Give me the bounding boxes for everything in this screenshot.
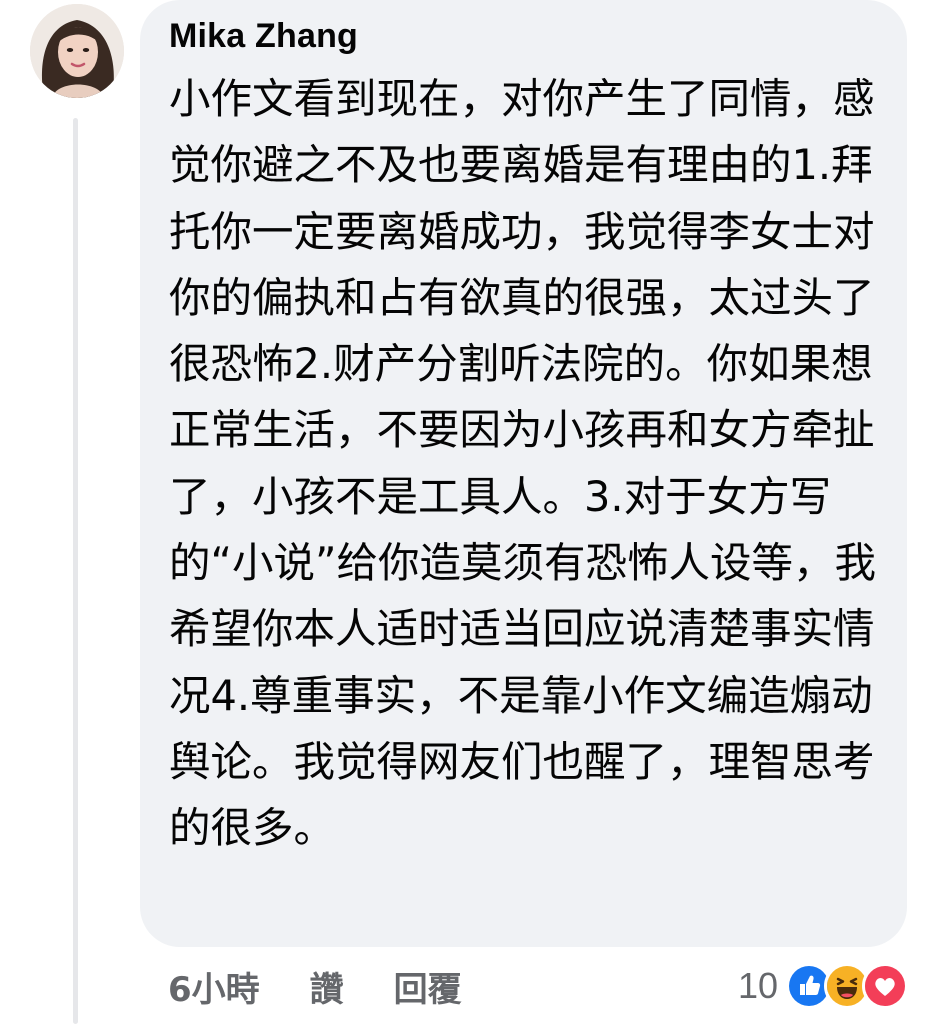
comment-bubble: Mika Zhang 小作文看到现在，对你产生了同情，感觉你避之不及也要离婚是有…: [140, 0, 907, 947]
reactions-summary[interactable]: 10: [738, 960, 908, 1012]
reaction-count: 10: [737, 965, 778, 1006]
comment-author[interactable]: Mika Zhang: [169, 16, 883, 56]
reply-button[interactable]: 回覆: [394, 962, 462, 1011]
love-icon: [862, 963, 908, 1009]
comment-actions: 6小時 讚 回覆: [168, 960, 512, 1012]
comment-text: 小作文看到现在，对你产生了同情，感觉你避之不及也要离婚是有理由的1.拜托你一定要…: [169, 74, 877, 853]
timestamp-link[interactable]: 6小時: [168, 962, 260, 1011]
reaction-icons: [786, 963, 908, 1009]
avatar[interactable]: [30, 4, 124, 98]
like-button[interactable]: 讚: [310, 962, 344, 1011]
thread-line: [73, 118, 78, 1024]
